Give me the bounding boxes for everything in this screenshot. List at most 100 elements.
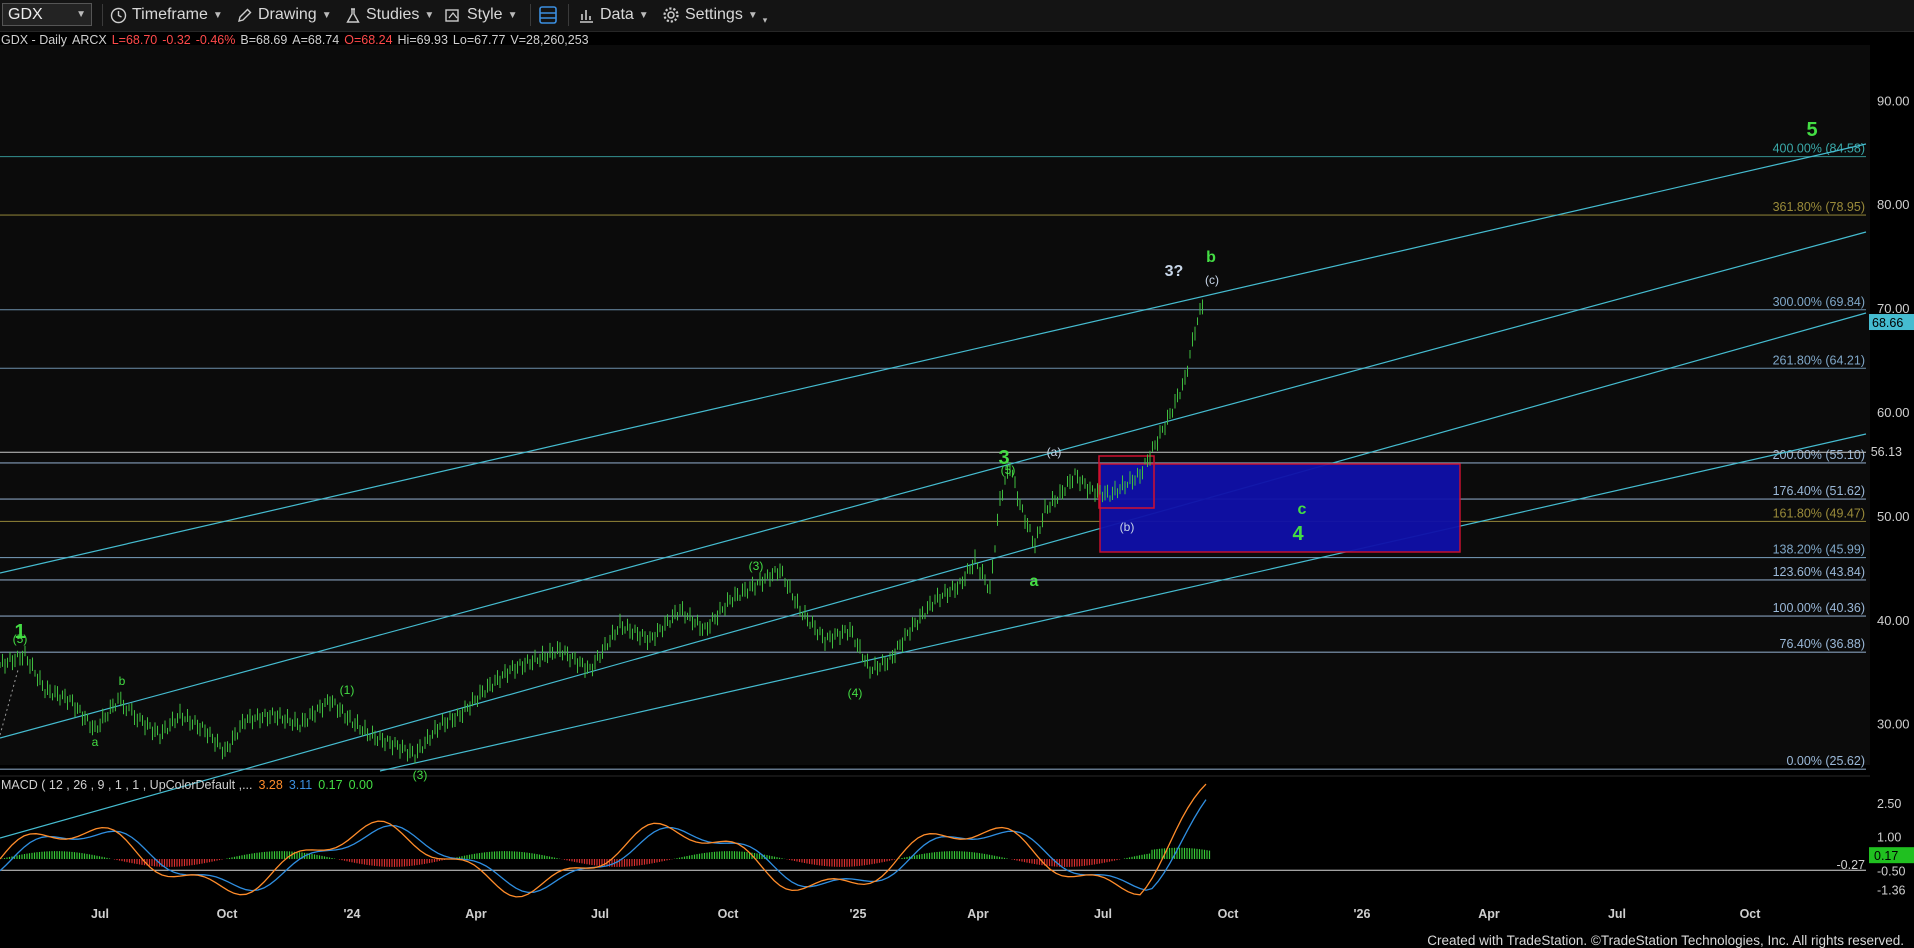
macd-flag-label: -0.27	[1837, 858, 1866, 872]
chevron-down-icon: ▼	[321, 9, 332, 21]
fib-level-label: 361.80% (78.95)	[1773, 200, 1865, 214]
price-tick-label: 30.00	[1877, 717, 1910, 732]
timeframe-label: Timeframe	[132, 6, 208, 23]
fib-level-label: 76.40% (36.88)	[1780, 637, 1865, 651]
date-tick-label: '24	[344, 907, 361, 921]
wave-label-white: (a)	[1047, 445, 1062, 459]
wave-label-minor: (3)	[413, 768, 428, 782]
wave-label-minor: (5)	[1001, 463, 1016, 477]
fib-level-label: 176.40% (51.62)	[1773, 484, 1865, 498]
style-icon	[445, 8, 459, 22]
wave-label-white: (b)	[1120, 520, 1135, 534]
toolbar-divider	[568, 4, 569, 26]
date-tick-label: '25	[850, 907, 867, 921]
fib-level-label: 161.80% (49.47)	[1773, 506, 1865, 520]
chevron-down-icon: ▼	[747, 9, 758, 21]
wave-label-major: 5	[1806, 119, 1817, 141]
gear-icon	[663, 7, 679, 23]
toolbar: GDX ▼ Timeframe ▼ Drawing ▼ Studies ▼ St…	[0, 0, 1914, 32]
wave-label-major: 4	[1292, 523, 1304, 545]
high-price: Hi=69.93	[397, 33, 448, 47]
layout-button[interactable]	[538, 4, 558, 26]
date-tick-label: Oct	[718, 907, 740, 921]
wave-label-minor: a	[1030, 573, 1039, 590]
macd-tick-label: 2.50	[1877, 797, 1901, 811]
date-tick-label: Apr	[1478, 907, 1500, 921]
macd-label: MACD ( 12 , 26 , 9 , 1 , 1 , UpColorDefa…	[1, 778, 379, 792]
macd-line	[0, 783, 1207, 898]
fib-level-label: 100.00% (40.36)	[1773, 601, 1865, 615]
footer-credit: Created with TradeStation. ©TradeStation…	[1427, 933, 1904, 948]
wave-label-minor: a	[92, 735, 99, 749]
chevron-down-icon: ▼	[507, 9, 518, 21]
date-tick-label: Oct	[1740, 907, 1762, 921]
date-tick-label: Apr	[465, 907, 487, 921]
price-tick-label: 80.00	[1877, 197, 1910, 212]
wave-label-minor: c	[1298, 501, 1307, 518]
price-tick-label: 60.00	[1877, 405, 1910, 420]
volume: V=28,260,253	[510, 33, 589, 47]
pencil-icon	[238, 8, 252, 22]
studies-menu[interactable]: Studies ▼	[345, 4, 434, 26]
net-change: -0.32	[162, 33, 191, 47]
flask-icon	[346, 7, 360, 23]
wave-label-minor: (4)	[848, 686, 863, 700]
wave-label-minor: b	[1206, 249, 1216, 266]
drawing-menu[interactable]: Drawing ▼	[236, 4, 332, 26]
data-menu[interactable]: Data ▼	[578, 4, 649, 26]
wave-label-minor: (3)	[749, 559, 764, 573]
style-label: Style	[467, 6, 503, 23]
style-menu[interactable]: Style ▼	[444, 4, 517, 26]
macd-signal-line	[0, 799, 1207, 894]
symbol-name: GDX - Daily	[1, 33, 67, 47]
bar-chart-icon	[580, 9, 593, 23]
date-tick-label: Jul	[1608, 907, 1626, 921]
fib-level-label: 123.60% (43.84)	[1773, 565, 1865, 579]
date-tick-label: Oct	[1218, 907, 1240, 921]
macd-tick-label: -0.50	[1877, 864, 1906, 878]
toolbar-divider	[102, 4, 103, 26]
last-price: L=68.70	[111, 33, 158, 47]
wave-label-minor: b	[119, 674, 126, 688]
chevron-down-icon: ▼	[76, 9, 86, 20]
fib-level-label: 138.20% (45.99)	[1773, 543, 1865, 557]
fib-level-label: 300.00% (69.84)	[1773, 295, 1865, 309]
symbol-text: GDX	[8, 5, 43, 23]
timeframe-menu[interactable]: Timeframe ▼	[110, 4, 223, 26]
price-tick-label: 40.00	[1877, 613, 1910, 628]
date-tick-label: Oct	[217, 907, 239, 921]
fib-level-label: 400.00% (84.58)	[1773, 142, 1865, 156]
toolbar-divider	[530, 4, 531, 26]
macd-value: 3.28	[258, 778, 283, 792]
overflow-icon: ▾	[762, 14, 768, 25]
macd-params: MACD ( 12 , 26 , 9 , 1 , 1 , UpColorDefa…	[1, 778, 253, 792]
fib-level-label: 0.00% (25.62)	[1786, 754, 1865, 768]
price-tick-label: 50.00	[1877, 509, 1910, 524]
low-price: Lo=67.77	[452, 33, 506, 47]
open-price: O=68.24	[344, 33, 393, 47]
chart-canvas[interactable]: 90.0080.0070.0060.0050.0040.0030.00400.0…	[0, 0, 1914, 948]
fib-level-label: 261.80% (64.21)	[1773, 353, 1865, 367]
symbol-selector[interactable]: GDX ▼	[2, 3, 92, 26]
date-tick-label: Jul	[591, 907, 609, 921]
quote-header: GDX - Daily ARCX L=68.70 -0.32 -0.46% B=68.69…	[1, 33, 594, 47]
macd-tick-label: 1.00	[1877, 831, 1901, 845]
settings-menu[interactable]: Settings ▼ ▾	[662, 4, 767, 26]
drawing-label: Drawing	[258, 6, 317, 23]
chart-background	[0, 45, 1870, 765]
histogram-value: 0.17	[318, 778, 343, 792]
price-tick-label: 90.00	[1877, 93, 1910, 108]
wave-label-white: 3?	[1165, 263, 1184, 280]
clock-icon	[110, 7, 127, 23]
chevron-down-icon: ▼	[424, 9, 435, 21]
price-tick-label: 70.00	[1877, 301, 1910, 316]
level-label: 56.13	[1871, 445, 1902, 459]
exchange: ARCX	[71, 33, 107, 47]
bid-price: B=68.69	[240, 33, 288, 47]
current-price-label: 68.66	[1872, 316, 1903, 330]
wave-label-minor: (1)	[340, 683, 355, 697]
zero-value: 0.00	[348, 778, 373, 792]
signal-value: 3.11	[288, 778, 313, 792]
settings-label: Settings	[685, 6, 743, 23]
wave-label-white: (c)	[1205, 273, 1219, 287]
